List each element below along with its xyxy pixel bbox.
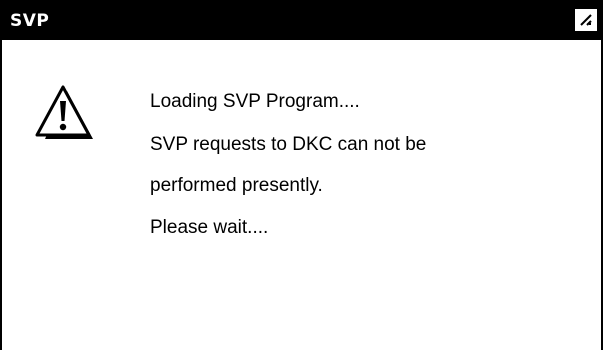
- message-line-loading: Loading SVP Program....: [150, 91, 360, 112]
- message-line-requests: SVP requests to DKC can not be: [150, 134, 427, 155]
- svp-dialog-window: SVP Loading SVP Program.... SVP requests…: [0, 0, 603, 350]
- resize-grip-icon: [580, 14, 592, 26]
- message-line-performed: performed presently.: [150, 175, 323, 196]
- window-title: SVP: [10, 11, 50, 31]
- message-line-wait: Please wait....: [150, 217, 269, 238]
- warning-icon: [34, 83, 94, 143]
- resize-button[interactable]: [575, 9, 597, 31]
- title-bar[interactable]: SVP: [2, 2, 601, 40]
